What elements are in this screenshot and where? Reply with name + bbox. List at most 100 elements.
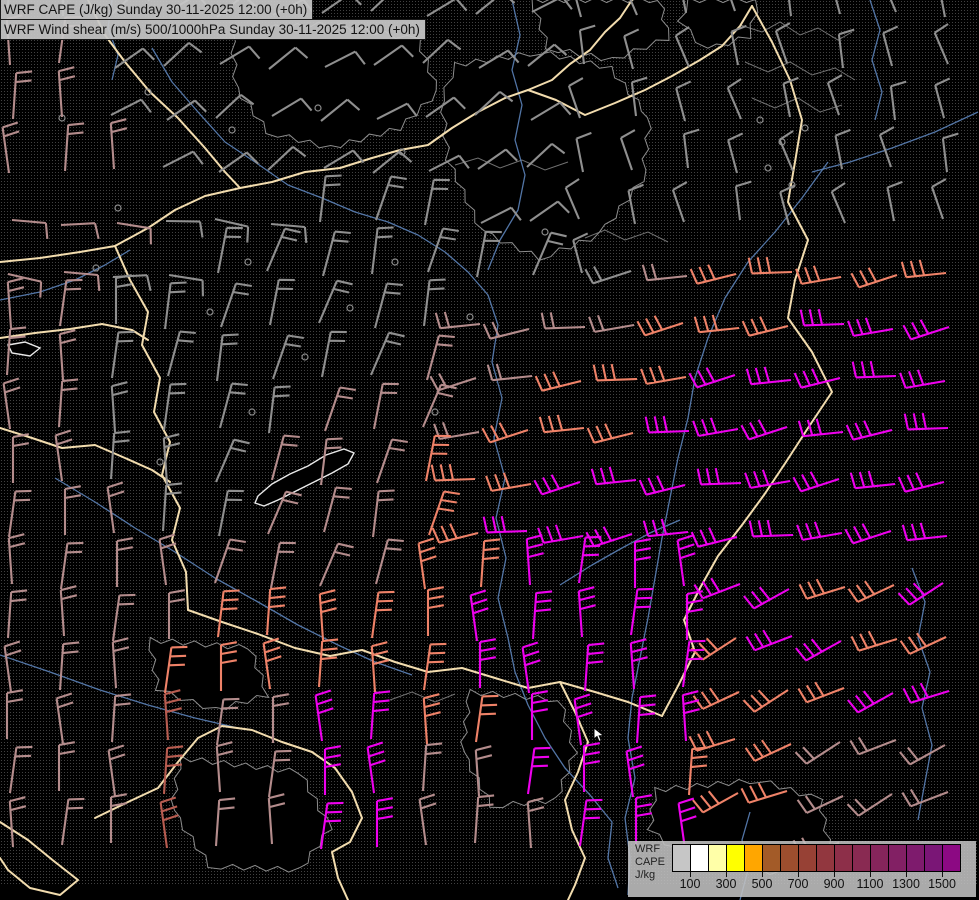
wind-barb bbox=[897, 472, 945, 493]
legend-tick-label: 900 bbox=[823, 877, 845, 891]
wind-barb bbox=[322, 486, 352, 533]
wind-barb bbox=[640, 365, 687, 385]
wind-barb bbox=[215, 438, 250, 483]
legend-tick-label: 700 bbox=[787, 877, 809, 891]
wind-barb bbox=[582, 742, 600, 792]
cape-zero-patch bbox=[170, 754, 333, 873]
legend-swatch bbox=[798, 844, 817, 872]
legend-tick-label: 1300 bbox=[892, 877, 920, 891]
wind-barb bbox=[900, 259, 947, 279]
station-circle-icon bbox=[156, 458, 164, 466]
wind-barb bbox=[795, 638, 842, 662]
wind-barb bbox=[167, 589, 185, 639]
wind-barb bbox=[2, 377, 21, 430]
wind-barb bbox=[676, 534, 696, 587]
wind-barb bbox=[644, 415, 690, 434]
legend-swatch bbox=[816, 844, 835, 872]
wind-barb bbox=[540, 312, 586, 330]
wind-barb bbox=[830, 182, 846, 224]
wind-barb bbox=[799, 308, 845, 327]
wind-barb bbox=[110, 98, 152, 116]
wind-barb bbox=[271, 693, 289, 743]
legend-swatch bbox=[852, 844, 871, 872]
river-line bbox=[559, 519, 681, 586]
wind-barb bbox=[57, 378, 79, 428]
wind-barb bbox=[422, 642, 447, 691]
wind-barb bbox=[901, 522, 948, 542]
wind-barb bbox=[636, 315, 684, 337]
wind-barb bbox=[418, 793, 437, 846]
wind-barb bbox=[319, 542, 354, 587]
wind-barb bbox=[366, 741, 386, 794]
wind-barb bbox=[850, 630, 898, 652]
station-circle-icon bbox=[244, 258, 252, 266]
wind-barb bbox=[634, 794, 652, 844]
wind-barb bbox=[321, 230, 351, 277]
wind-barb bbox=[469, 589, 489, 642]
legend-swatch bbox=[744, 844, 763, 872]
wind-barb bbox=[60, 222, 100, 240]
wind-barb bbox=[162, 433, 181, 485]
wind-barb bbox=[899, 632, 947, 655]
wind-barb bbox=[641, 263, 688, 282]
wind-barb bbox=[533, 474, 581, 496]
wind-barb bbox=[835, 0, 842, 15]
legend-swatch bbox=[780, 844, 799, 872]
wind-barb bbox=[314, 689, 334, 742]
wind-barb bbox=[674, 26, 690, 68]
wind-barb bbox=[162, 150, 204, 168]
wind-barb bbox=[218, 151, 259, 173]
wind-barb bbox=[214, 538, 246, 584]
wind-barb bbox=[899, 744, 946, 766]
wind-barb bbox=[845, 420, 893, 441]
wind-barb bbox=[7, 272, 43, 298]
river-line bbox=[869, 0, 883, 121]
wind-barb bbox=[475, 0, 516, 15]
station-circle-icon bbox=[756, 116, 764, 124]
wind-barb bbox=[63, 122, 85, 172]
wind-barb bbox=[214, 217, 250, 243]
wind-barb bbox=[417, 537, 437, 590]
wind-barb bbox=[692, 687, 740, 710]
station-circle-icon bbox=[466, 313, 474, 321]
wind-barb bbox=[534, 371, 582, 392]
legend-swatch bbox=[726, 844, 745, 872]
wind-barb bbox=[217, 489, 244, 537]
wind-barb bbox=[930, 178, 947, 220]
legend-swatch bbox=[708, 844, 727, 872]
wind-barb bbox=[625, 745, 645, 798]
wind-barb bbox=[431, 523, 479, 544]
wind-barb bbox=[375, 797, 393, 847]
country-border bbox=[114, 245, 189, 611]
wind-barb bbox=[726, 78, 742, 120]
wind-barb bbox=[423, 178, 450, 226]
wind-barb bbox=[375, 175, 407, 221]
wind-barb bbox=[115, 537, 133, 587]
legend-tick-label: 1500 bbox=[928, 877, 956, 891]
wind-barb bbox=[58, 641, 80, 691]
wind-barb bbox=[727, 132, 744, 174]
wind-barb bbox=[734, 180, 752, 221]
wind-barb bbox=[166, 99, 207, 121]
wind-barb bbox=[671, 181, 688, 223]
wind-barb bbox=[795, 265, 842, 285]
wind-barb bbox=[168, 273, 204, 297]
wind-barb bbox=[902, 319, 950, 341]
wind-barb bbox=[747, 256, 793, 275]
wind-barb bbox=[59, 541, 84, 590]
wind-barb bbox=[107, 744, 126, 797]
wind-barb bbox=[323, 745, 341, 795]
wind-barb bbox=[166, 330, 196, 377]
wind-barb bbox=[426, 586, 444, 636]
wind-barb bbox=[889, 0, 897, 13]
wind-barb bbox=[215, 333, 239, 382]
wind-barb bbox=[269, 541, 296, 589]
lake-outline bbox=[6, 341, 42, 357]
wind-barb bbox=[537, 524, 584, 544]
wind-barb bbox=[897, 582, 944, 606]
wind-barb bbox=[796, 521, 843, 541]
map-canvas[interactable] bbox=[0, 0, 979, 900]
wind-barb bbox=[114, 47, 155, 69]
wind-barb bbox=[422, 278, 446, 327]
wind-barb bbox=[846, 793, 893, 817]
